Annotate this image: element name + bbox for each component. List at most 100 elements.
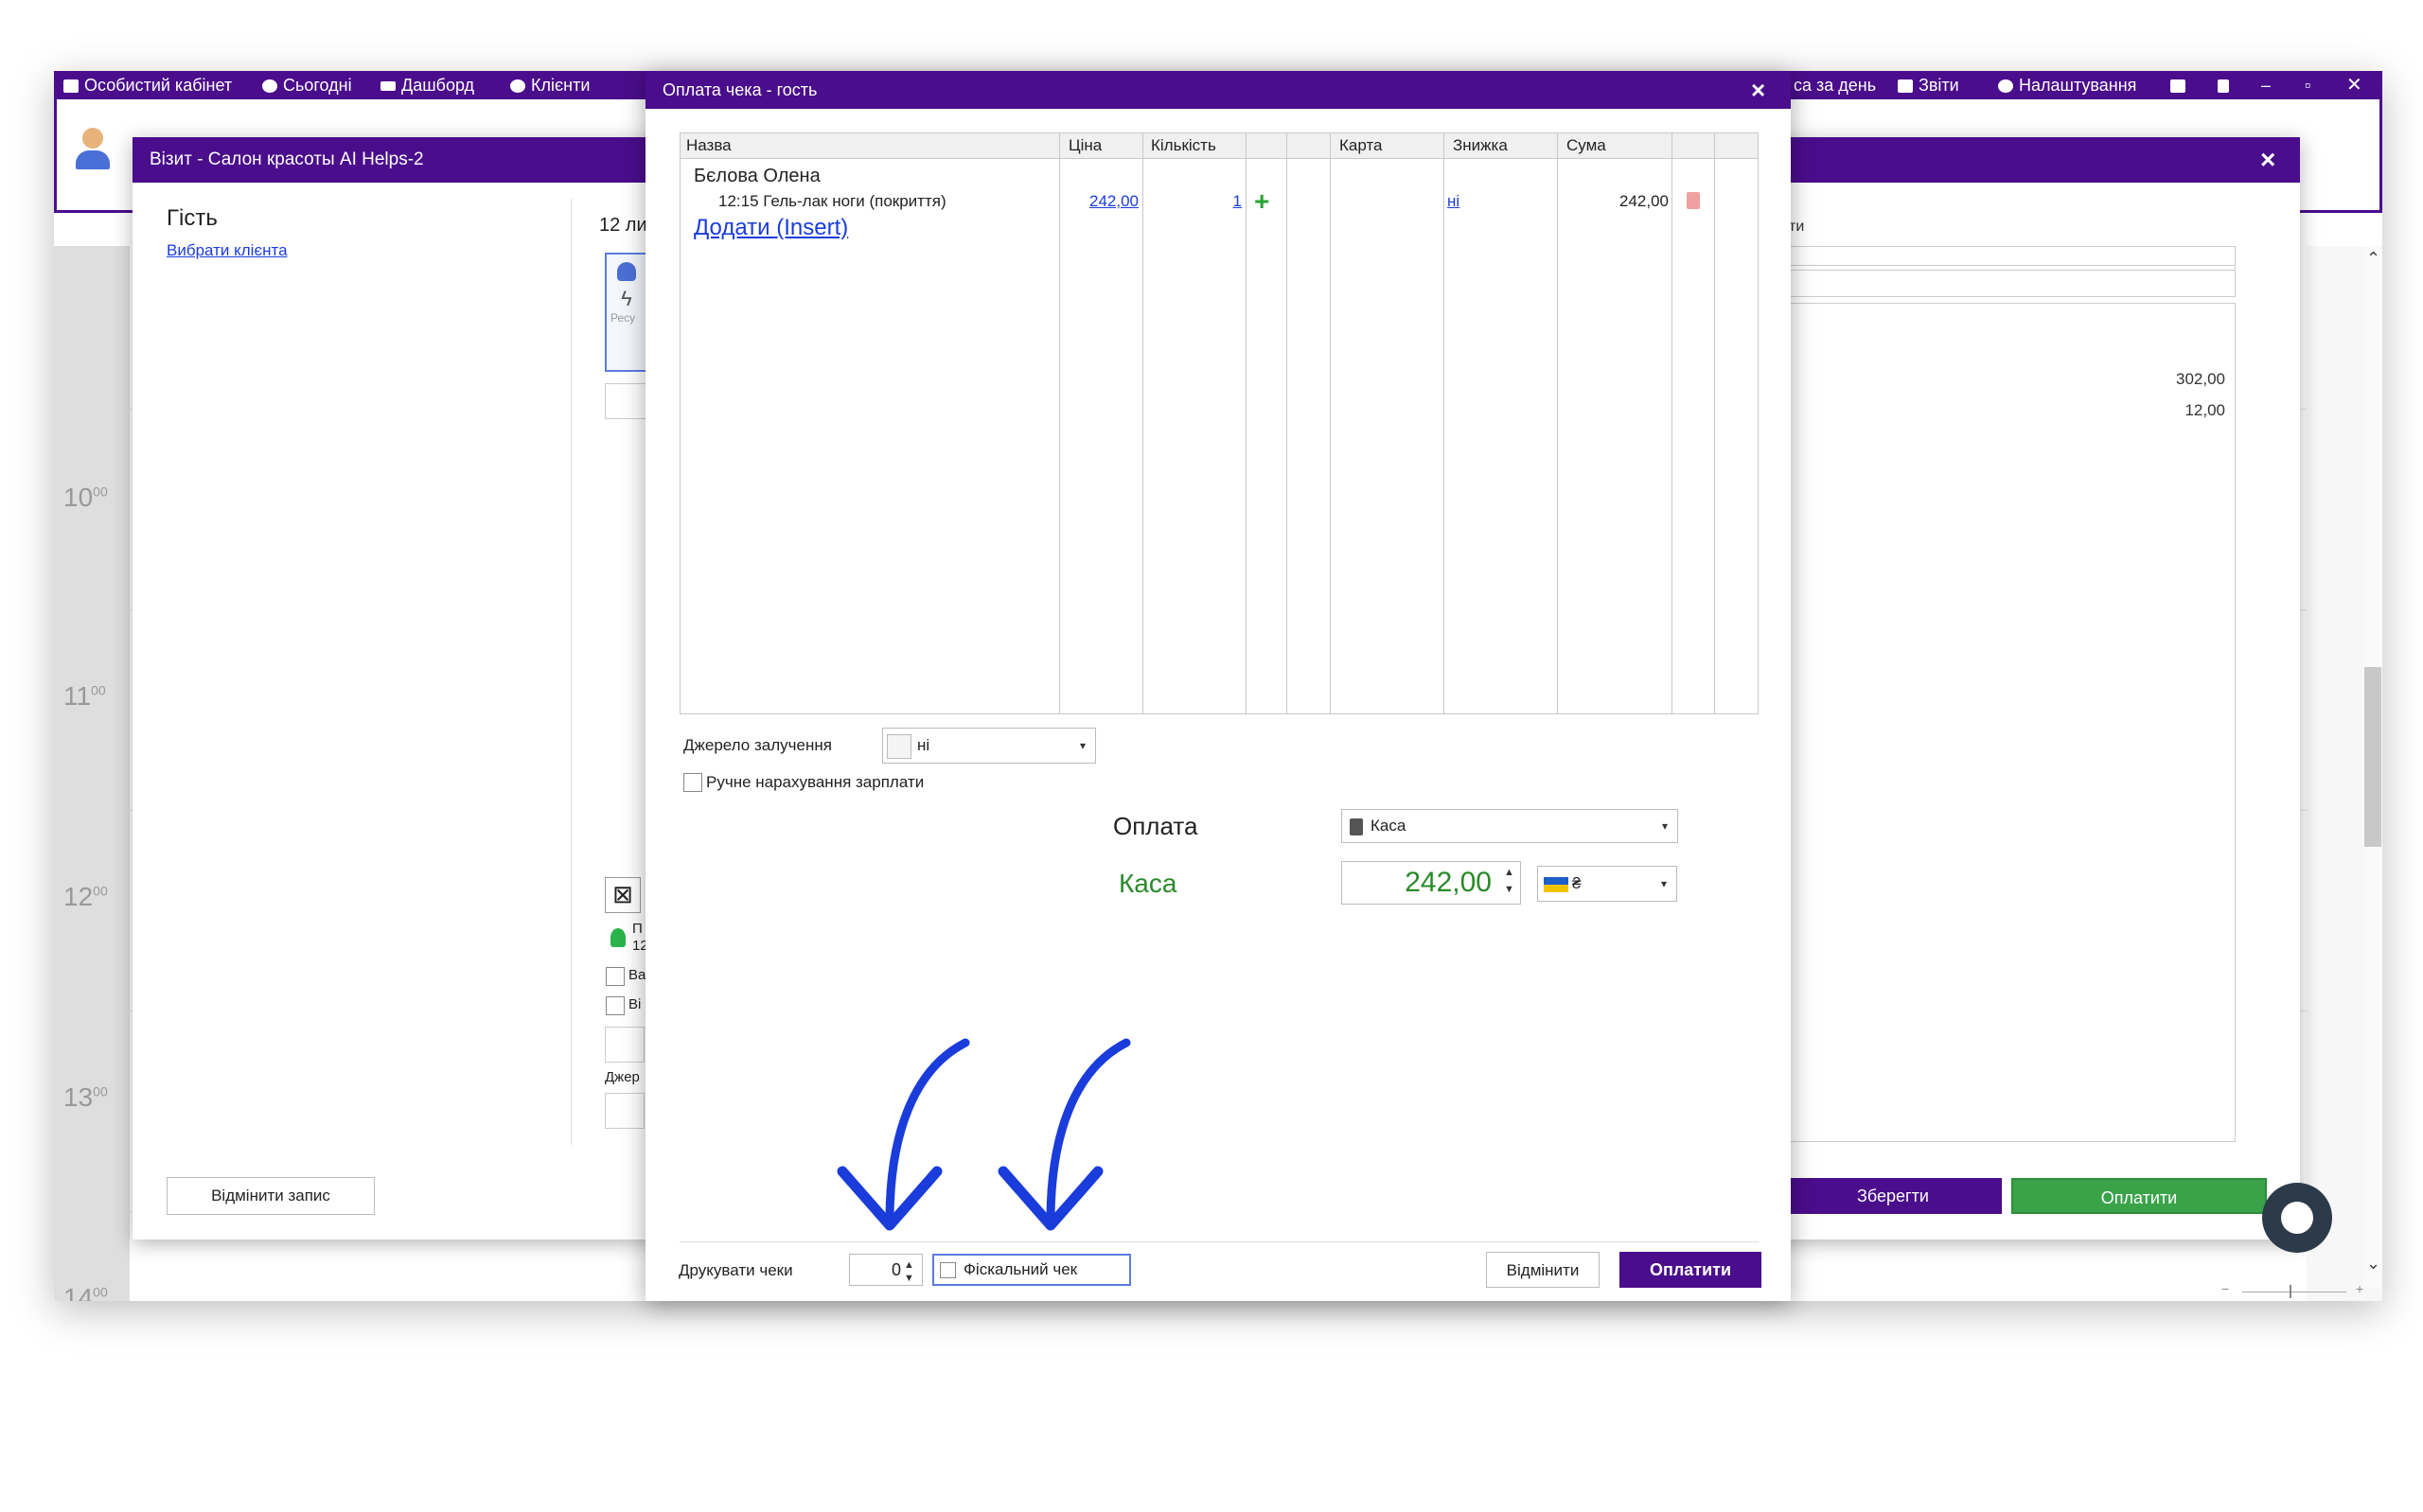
fragment-label: Ва (628, 967, 646, 983)
chevron-down-icon[interactable]: ⌄ (2366, 1254, 2380, 1274)
divider (571, 199, 572, 1145)
payment-method-select[interactable]: Каса ▾ (1341, 809, 1678, 843)
chevron-down-icon: ▾ (1661, 819, 1668, 833)
ukraine-flag-icon (1544, 876, 1568, 892)
avatar-icon (76, 128, 110, 171)
save-button[interactable]: Зберегти (1784, 1178, 2002, 1214)
close-app-icon[interactable]: ✕ (2346, 71, 2362, 99)
column-header: Знижка (1453, 136, 1508, 154)
cancel-button[interactable]: Відмінити (1486, 1252, 1600, 1288)
quantity-link[interactable]: 1 (1233, 192, 1242, 211)
chevron-down-icon: ▾ (1660, 877, 1667, 890)
column-header: Назва (686, 136, 732, 154)
nav-personal-cabinet[interactable]: Особистий кабінет (63, 71, 232, 99)
fragment-label: П (632, 921, 643, 937)
gear-icon (1998, 79, 2013, 94)
hour-label: 1400 (63, 1283, 108, 1301)
table-header: Назва Ціна Кількість Карта Знижка Сума (681, 133, 1758, 159)
nav-reports[interactable]: Звіти (1898, 71, 1959, 99)
column-header: Сума (1566, 136, 1606, 154)
items-table: Назва Ціна Кількість Карта Знижка Сума Б… (680, 132, 1759, 714)
user-circle-icon (510, 79, 525, 94)
manual-salary-label: Ручне нарахування зарплати (706, 773, 925, 791)
source-label: Джерело залучення (683, 736, 832, 754)
checkbox[interactable] (606, 996, 625, 1015)
right-panel-label: ти (1789, 219, 1805, 235)
price-link[interactable]: 242,00 (1089, 192, 1139, 211)
close-icon[interactable]: × (2260, 147, 2275, 173)
column-header: Карта (1339, 136, 1383, 154)
nav-settings[interactable]: Налаштування (1998, 71, 2136, 99)
total-value: 12,00 (2184, 401, 2225, 419)
resource-card[interactable]: ϟ Ресу (605, 253, 648, 372)
hour-label: 1300 (63, 1082, 108, 1112)
source-select[interactable]: ні ▾ (882, 728, 1096, 764)
zoom-out-icon[interactable]: − (2221, 1281, 2229, 1296)
cursor-icon (887, 733, 911, 759)
cancel-record-button[interactable]: Відмінити запис (167, 1177, 375, 1215)
total-value: 302,00 (2176, 370, 2225, 388)
print-receipts-label: Друкувати чеки (679, 1261, 793, 1279)
nav-cash-day[interactable]: са за день (1794, 71, 1876, 99)
spin-down-icon[interactable]: ▼ (1504, 885, 1514, 895)
zoom-in-icon[interactable]: + (2356, 1281, 2363, 1296)
checkbox[interactable] (606, 967, 625, 986)
spin-up-icon[interactable]: ▲ (904, 1260, 914, 1271)
nav-clients[interactable]: Клієнти (510, 71, 590, 99)
payment-dialog: Оплата чека - гость × Назва Ціна Кількіс… (646, 71, 1791, 1301)
close-icon[interactable]: × (1751, 77, 1765, 103)
zoom-handle[interactable] (2290, 1285, 2291, 1298)
help-chat-icon[interactable] (2262, 1183, 2332, 1253)
nav-today[interactable]: Сьогодні (262, 71, 352, 99)
checkbox[interactable] (940, 1262, 956, 1279)
visit-date: 12 ли (599, 215, 647, 236)
currency-select[interactable]: ₴ ▾ (1537, 866, 1677, 902)
resource-select[interactable] (605, 383, 646, 419)
nav-dashboard[interactable]: Дашборд (380, 71, 474, 99)
column-header: Ціна (1069, 136, 1103, 154)
right-input[interactable] (1789, 265, 2236, 297)
discount-link[interactable]: ні (1447, 192, 1459, 211)
scrollbar-thumb[interactable] (2364, 667, 2381, 847)
manual-salary-checkbox[interactable] (683, 773, 702, 792)
person-icon (617, 262, 636, 281)
fiscal-receipt-checkbox[interactable]: Фіскальний чек (932, 1254, 1131, 1286)
amount-input[interactable]: 242,00 (1341, 861, 1521, 905)
zoom-slider[interactable]: − + (2221, 1281, 2373, 1298)
service-name: 12:15 Гель-лак ноги (покриття) (718, 192, 946, 210)
lock-icon[interactable] (2218, 71, 2235, 99)
minimize-icon[interactable]: – (2261, 71, 2271, 99)
input-field[interactable] (605, 1027, 645, 1063)
annotation-arrows (837, 1038, 1131, 1231)
spin-down-icon[interactable]: ▼ (904, 1274, 914, 1284)
payment-dialog-title: Оплата чека - гость (646, 71, 1791, 109)
totals-list: 302,00 12,00 (1789, 303, 2236, 1142)
chevron-up-icon[interactable]: ⌃ (2366, 249, 2380, 269)
hour-label: 1100 (63, 681, 106, 711)
pay-button[interactable]: Оплатити (1619, 1252, 1761, 1288)
green-person-icon (610, 928, 626, 947)
fragment-label: Джер (605, 1069, 640, 1085)
hour-label: 1200 (63, 882, 108, 911)
clock-icon (262, 79, 277, 94)
restore-icon[interactable]: ▫ (2305, 71, 2310, 99)
sum-value: 242,00 (1619, 192, 1669, 210)
sms-icon[interactable]: ⊠ (605, 877, 641, 913)
lightning-icon: ϟ (621, 287, 632, 310)
choose-client-link[interactable]: Вибрати клієнта (167, 241, 288, 260)
bell-icon[interactable] (2170, 71, 2191, 99)
add-item-link[interactable]: Додати (Insert) (694, 215, 848, 241)
pulse-icon (380, 81, 396, 92)
time-column: 1000 1100 1200 1300 1400 (54, 246, 130, 1301)
guest-label: Гість (167, 205, 218, 231)
briefcase-icon (63, 79, 79, 94)
spin-up-icon[interactable]: ▲ (1504, 868, 1514, 878)
column-header: Кількість (1151, 136, 1216, 154)
trash-icon[interactable] (1687, 192, 1700, 209)
pay-green-button[interactable]: Оплатити (2011, 1178, 2267, 1214)
resource-label: Ресу (610, 311, 636, 325)
plus-icon[interactable]: + (1254, 188, 1269, 215)
arrow-curve-left (885, 1038, 970, 1225)
payment-label: Оплата (1113, 812, 1198, 840)
input-field[interactable] (605, 1093, 645, 1129)
